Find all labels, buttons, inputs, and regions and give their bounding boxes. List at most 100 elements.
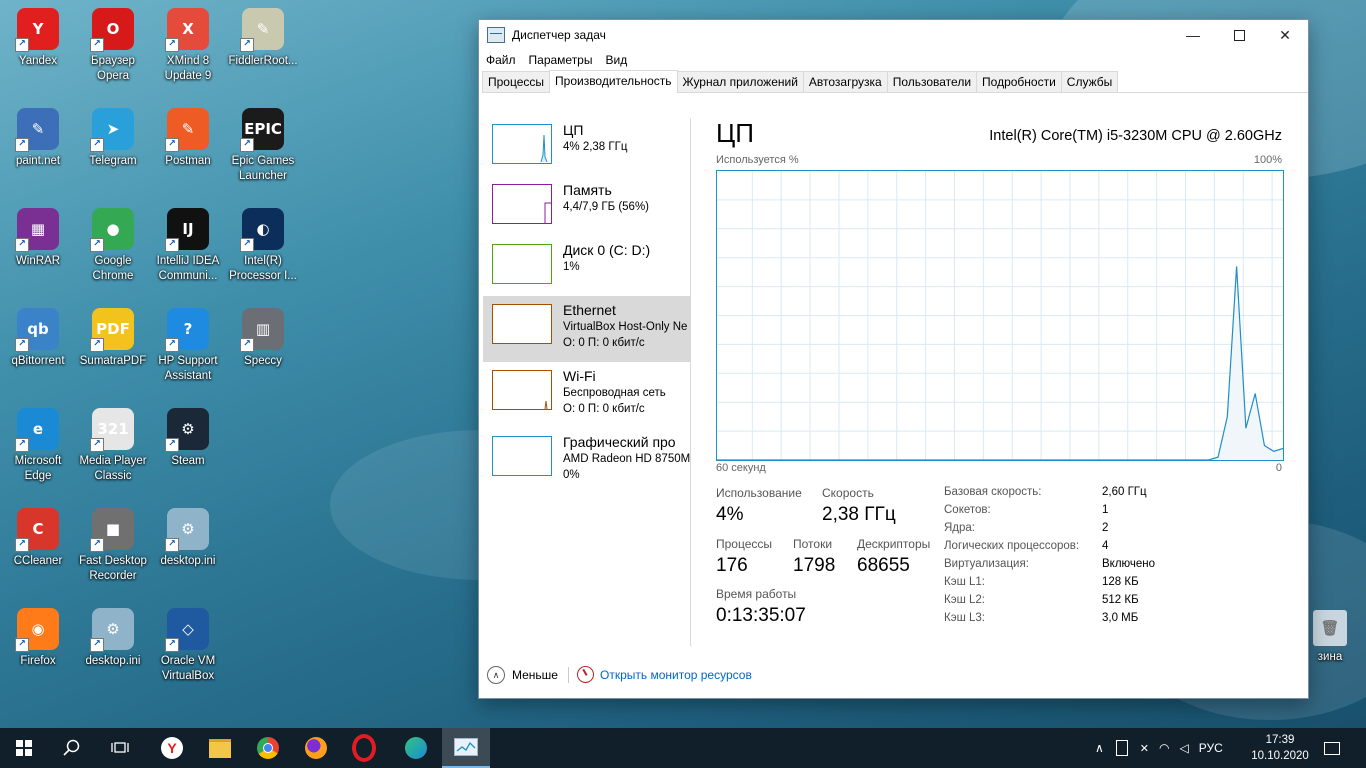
desktop-icon[interactable]: ◉ ↗ Firefox bbox=[0, 608, 76, 669]
taskbar-file-explorer[interactable] bbox=[196, 728, 244, 768]
open-resource-monitor-link[interactable]: Открыть монитор ресурсов bbox=[577, 666, 752, 683]
desktop-icon[interactable]: qb ↗ qBittorrent bbox=[0, 308, 76, 369]
desktop-icon-label: Epic Games Launcher bbox=[231, 155, 295, 182]
task-manager-window: Диспетчер задач — ✕ Файл Параметры Вид П… bbox=[478, 19, 1309, 699]
desktop-icon-label: XMind 8 Update 9 bbox=[164, 55, 212, 82]
desktop-icon[interactable]: ? ↗ HP Support Assistant bbox=[150, 308, 226, 384]
maximize-button[interactable] bbox=[1216, 20, 1262, 50]
sidebar-item-disk[interactable]: Диск 0 (C: D:) 1% bbox=[483, 236, 690, 302]
sidebar-item-memory[interactable]: Память 4,4/7,9 ГБ (56%) bbox=[483, 176, 690, 242]
gpu-thumbnail bbox=[492, 436, 552, 476]
desktop-icon[interactable]: 321 ↗ Media Player Classic bbox=[75, 408, 151, 484]
graph-min: 0 bbox=[1275, 462, 1282, 474]
desktop-icon[interactable]: ➤ ↗ Telegram bbox=[75, 108, 151, 169]
action-center-button[interactable] bbox=[1312, 728, 1352, 768]
desktop-icon[interactable]: ✎ ↗ Postman bbox=[150, 108, 226, 169]
detail-value: 2 bbox=[1102, 522, 1109, 534]
desktop-icon[interactable]: ● ↗ Google Chrome bbox=[75, 208, 151, 284]
close-button[interactable]: ✕ bbox=[1262, 20, 1308, 50]
desktop-icon[interactable]: ▥ ↗ Speccy bbox=[225, 308, 301, 369]
cpu-usage-graph bbox=[716, 170, 1284, 461]
app-icon: qb ↗ bbox=[15, 308, 59, 352]
tab-performance[interactable]: Производительность bbox=[549, 70, 678, 93]
taskbar-yandex[interactable]: Y bbox=[148, 728, 196, 768]
minimize-button[interactable]: — bbox=[1170, 20, 1216, 50]
shortcut-arrow-icon: ↗ bbox=[15, 138, 29, 152]
desktop-icon[interactable]: O ↗ Браузер Opera bbox=[75, 8, 151, 84]
desktop-icon[interactable]: e ↗ Microsoft Edge bbox=[0, 408, 76, 484]
app-icon-glyph: ▦ bbox=[30, 220, 46, 238]
desktop-icon[interactable]: Y ↗ Yandex bbox=[0, 8, 76, 69]
window-title: Диспетчер задач bbox=[512, 28, 606, 42]
menu-options[interactable]: Параметры bbox=[529, 53, 593, 67]
desktop-icon[interactable]: ✎ ↗ paint.net bbox=[0, 108, 76, 169]
clock[interactable]: 17:39 10.10.2020 bbox=[1250, 732, 1310, 764]
tab-strip: Процессы Производительность Журнал прило… bbox=[482, 70, 1308, 93]
sidebar-item-ethernet[interactable]: Ethernet VirtualBox Host-Only Ne О: 0 П:… bbox=[483, 296, 690, 362]
tab-processes[interactable]: Процессы bbox=[482, 71, 551, 92]
taskbar-opera[interactable] bbox=[340, 728, 388, 768]
desktop-icon[interactable]: ◇ ↗ Oracle VM VirtualBox bbox=[150, 608, 226, 684]
input-language[interactable]: РУС bbox=[1199, 741, 1223, 755]
shortcut-arrow-icon: ↗ bbox=[90, 338, 104, 352]
app-icon: ✎ ↗ bbox=[165, 108, 209, 152]
app-icon-glyph: ✎ bbox=[31, 120, 45, 138]
desktop-icon[interactable]: PDF ↗ SumatraPDF bbox=[75, 308, 151, 369]
desktop-icon[interactable]: EPIC ↗ Epic Games Launcher bbox=[225, 108, 301, 184]
app-icon: ◉ ↗ bbox=[15, 608, 59, 652]
app-icon: ⚙ ↗ bbox=[165, 508, 209, 552]
chevron-up-icon[interactable]: ∧ bbox=[1095, 741, 1104, 755]
desktop-icon-label: Oracle VM VirtualBox bbox=[160, 655, 216, 682]
shortcut-arrow-icon: ↗ bbox=[90, 38, 104, 52]
firefox-icon bbox=[305, 737, 327, 759]
desktop-icon[interactable]: ⚙ ↗ Steam bbox=[150, 408, 226, 469]
tab-startup[interactable]: Автозагрузка bbox=[802, 71, 888, 92]
battery-saver-icon[interactable]: ✕ bbox=[1140, 742, 1149, 755]
wifi-icon[interactable]: ◠ bbox=[1159, 741, 1169, 755]
taskbar-task-manager[interactable] bbox=[442, 728, 490, 768]
desktop-icon-recycle-bin[interactable]: 🗑 зина bbox=[1300, 610, 1360, 665]
app-icon: ▥ ↗ bbox=[240, 308, 284, 352]
clock-date: 10.10.2020 bbox=[1251, 750, 1309, 762]
desktop-icon[interactable]: IJ ↗ IntelliJ IDEA Communi... bbox=[150, 208, 226, 284]
volume-icon[interactable]: ◁ bbox=[1180, 741, 1189, 755]
sidebar-item-cpu[interactable]: ЦП 4% 2,38 ГГц bbox=[483, 116, 690, 182]
sidebar-item-value: 4,4/7,9 ГБ (56%) bbox=[563, 201, 650, 213]
usage-label: Использование bbox=[716, 486, 802, 500]
sidebar-item-adapter: AMD Radeon HD 8750M bbox=[563, 453, 690, 465]
sidebar-item-gpu[interactable]: Графический про AMD Radeon HD 8750M 0% bbox=[483, 428, 690, 494]
detail-label: Ядра: bbox=[944, 522, 976, 534]
desktop-icon[interactable]: ■ ↗ Fast Desktop Recorder bbox=[75, 508, 151, 584]
title-bar[interactable]: Диспетчер задач — ✕ bbox=[479, 20, 1308, 50]
tab-app-history[interactable]: Журнал приложений bbox=[676, 71, 804, 92]
tab-users[interactable]: Пользователи bbox=[886, 71, 978, 92]
desktop-icon[interactable]: ◐ ↗ Intel(R) Processor I... bbox=[225, 208, 301, 284]
detail-value: 512 КБ bbox=[1102, 594, 1139, 606]
taskbar-chrome[interactable] bbox=[244, 728, 292, 768]
desktop-icon[interactable]: ▦ ↗ WinRAR bbox=[0, 208, 76, 269]
fewer-details-button[interactable]: ∧ Меньше bbox=[487, 666, 558, 684]
sidebar-item-wifi[interactable]: Wi-Fi Беспроводная сеть О: 0 П: 0 кбит/с bbox=[483, 362, 690, 428]
graph-time-span: 60 секунд bbox=[716, 462, 766, 474]
start-button[interactable] bbox=[0, 728, 48, 768]
menu-view[interactable]: Вид bbox=[605, 53, 627, 67]
search-button[interactable] bbox=[48, 728, 96, 768]
desktop-icon[interactable]: ✎ ↗ FiddlerRoot... bbox=[225, 8, 301, 69]
taskbar-firefox[interactable] bbox=[292, 728, 340, 768]
tab-details[interactable]: Подробности bbox=[976, 71, 1062, 92]
desktop-icon[interactable]: ⚙ ↗ desktop.ini bbox=[75, 608, 151, 669]
battery-icon[interactable] bbox=[1115, 740, 1128, 756]
shortcut-arrow-icon: ↗ bbox=[90, 638, 104, 652]
desktop-icon[interactable]: C ↗ CCleaner bbox=[0, 508, 76, 569]
handles-label: Дескрипторы bbox=[857, 537, 931, 551]
uptime-label: Время работы bbox=[716, 587, 797, 601]
task-view-button[interactable] bbox=[96, 728, 144, 768]
tab-services[interactable]: Службы bbox=[1060, 71, 1119, 92]
menu-file[interactable]: Файл bbox=[486, 53, 516, 67]
app-icon: X ↗ bbox=[165, 8, 209, 52]
shortcut-arrow-icon: ↗ bbox=[240, 338, 254, 352]
desktop-icon[interactable]: X ↗ XMind 8 Update 9 bbox=[150, 8, 226, 84]
taskbar-edge[interactable] bbox=[392, 728, 440, 768]
desktop-icon[interactable]: ⚙ ↗ desktop.ini bbox=[150, 508, 226, 569]
sidebar-item-throughput: О: 0 П: 0 кбит/с bbox=[563, 403, 645, 415]
